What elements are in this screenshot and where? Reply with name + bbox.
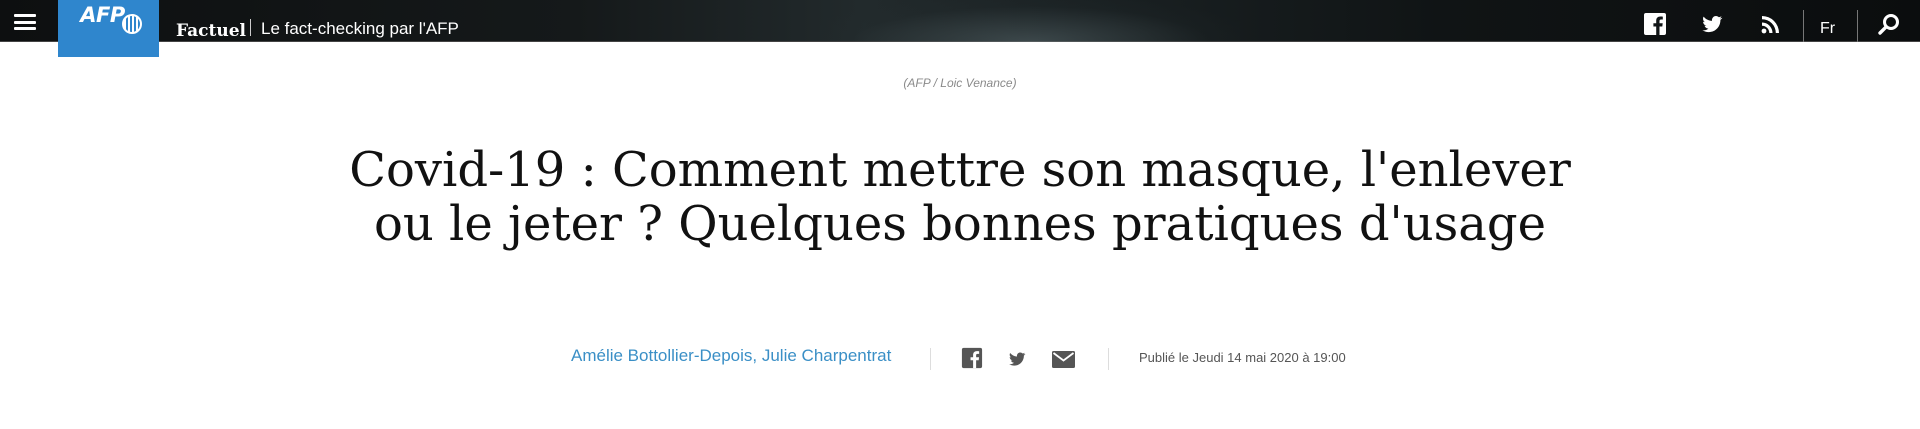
language-selector[interactable]: Fr [1820,20,1835,38]
divider [1857,10,1858,42]
search-icon[interactable] [1877,12,1901,36]
divider [930,348,931,370]
article-title-line: Covid-19 : Comment mettre son masque, l'… [349,142,1571,198]
header-background-image [820,0,1240,42]
twitter-icon[interactable] [1007,350,1027,368]
publish-date: Publié le Jeudi 14 mai 2020 à 19:00 [1139,350,1346,365]
facebook-icon[interactable] [961,347,983,369]
article-title: Covid-19 : Comment mettre son masque, l'… [330,143,1590,251]
site-tagline: Le fact-checking par l'AFP [261,19,459,38]
divider [1803,10,1804,42]
mail-icon[interactable] [1052,351,1075,368]
article-title-line: ou le jeter ? Quelques bonnes pratiques … [373,196,1547,252]
section-name[interactable]: Factuel [176,21,246,41]
photo-credit: (AFP / Loic Venance) [903,76,1017,90]
rss-icon[interactable] [1759,12,1783,36]
menu-icon[interactable] [14,14,36,30]
divider [1108,348,1109,370]
top-header: AFP Factuel Le fact-checking par l'AFP F… [0,0,1920,57]
afp-logo[interactable]: AFP [58,0,159,57]
facebook-icon[interactable] [1643,12,1667,36]
globe-icon [122,14,142,34]
afp-logo-text: AFP [80,2,125,27]
article-authors[interactable]: Amélie Bottollier-Depois, Julie Charpent… [571,346,891,366]
article-meta: Amélie Bottollier-Depois, Julie Charpent… [0,344,1920,374]
divider [250,19,251,36]
twitter-icon[interactable] [1700,12,1724,36]
